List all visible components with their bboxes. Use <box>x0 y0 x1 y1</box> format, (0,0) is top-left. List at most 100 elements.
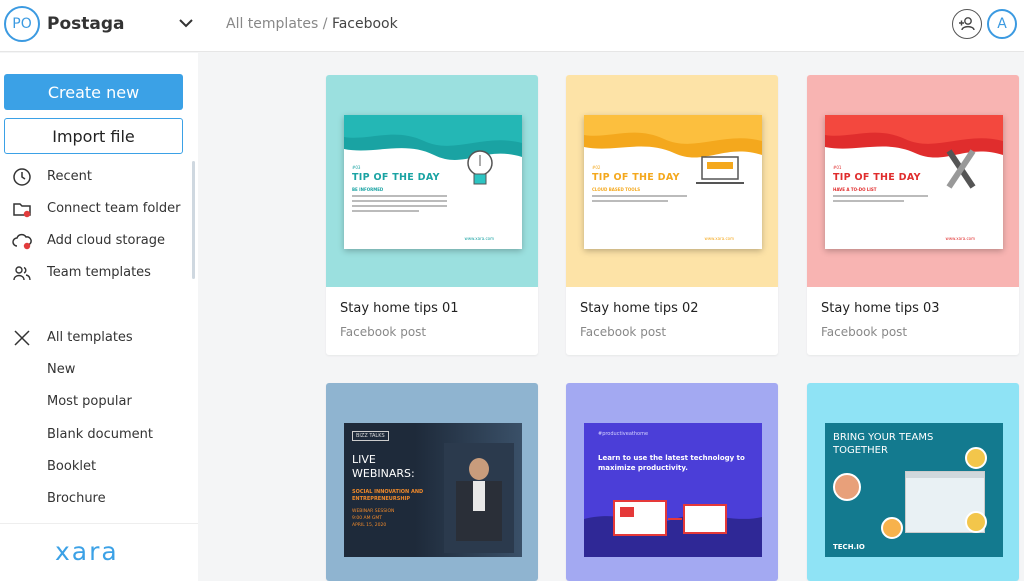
template-thumbnail: #productiveathome Learn to use the lates… <box>566 383 778 581</box>
template-thumbnail: #03 TIP OF THE DAY BE INFORMED www.xara.… <box>326 75 538 287</box>
create-new-button[interactable]: Create new <box>4 74 183 110</box>
template-card-productive-at-home[interactable]: #productiveathome Learn to use the lates… <box>566 383 778 581</box>
workspace-avatar[interactable]: PO <box>4 6 40 42</box>
breadcrumb-current: Facebook <box>331 16 398 32</box>
template-title: Stay home tips 02 <box>580 301 699 316</box>
sidebar-scrollbar[interactable] <box>192 161 195 279</box>
post-kicker: #03 <box>352 165 361 170</box>
post-url: www.xara.com <box>945 236 975 241</box>
category-most-popular[interactable]: Most popular <box>0 388 190 416</box>
lightbulb-icon <box>467 150 493 185</box>
team-post-preview: BRING YOUR TEAMS TOGETHER TECH.IO <box>825 423 1003 557</box>
avatar <box>881 517 903 539</box>
template-subtitle: Facebook post <box>821 325 908 339</box>
template-subtitle: Facebook post <box>340 325 427 339</box>
badge: BIZZ TALKS <box>352 431 389 441</box>
category-label: All templates <box>47 330 133 345</box>
template-title: Stay home tips 03 <box>821 301 940 316</box>
webinar-post-preview: BIZZ TALKS LIVE WEBINARS: SOCIAL INNOVAT… <box>344 423 522 557</box>
clock-icon <box>13 168 31 186</box>
category-label: New <box>47 362 76 377</box>
template-thumbnail: BIZZ TALKS LIVE WEBINARS: SOCIAL INNOVAT… <box>326 383 538 581</box>
post-url: www.xara.com <box>704 236 734 241</box>
template-thumbnail: #01 TIP OF THE DAY HAVE A TO-DO LIST www… <box>807 75 1019 287</box>
tip-post-preview: #01 TIP OF THE DAY HAVE A TO-DO LIST www… <box>825 115 1003 249</box>
template-title: Stay home tips 01 <box>340 301 459 316</box>
sidebar-item-label: Team templates <box>47 265 151 280</box>
template-subtitle: Facebook post <box>580 325 667 339</box>
sidebar-item-connect-team-folder[interactable]: Connect team folder <box>0 195 190 223</box>
category-booklet[interactable]: Booklet <box>0 453 190 481</box>
team-icon <box>13 266 31 281</box>
add-user-icon <box>959 17 975 31</box>
session: WEBINAR SESSION <box>352 509 395 514</box>
tip-post-preview: #02 TIP OF THE DAY CLOUD BASED TOOLS www… <box>584 115 762 249</box>
tip-post-preview: #03 TIP OF THE DAY BE INFORMED www.xara.… <box>344 115 522 249</box>
add-user-button[interactable] <box>952 9 982 39</box>
avatar <box>965 447 987 469</box>
category-all-templates[interactable]: All templates <box>0 324 190 352</box>
workspace-name[interactable]: Postaga <box>47 14 125 34</box>
category-label: Most popular <box>47 394 132 409</box>
template-card-stay-home-tips-02[interactable]: #02 TIP OF THE DAY CLOUD BASED TOOLS www… <box>566 75 778 355</box>
template-card-stay-home-tips-03[interactable]: #01 TIP OF THE DAY HAVE A TO-DO LIST www… <box>807 75 1019 355</box>
productivity-post-preview: #productiveathome Learn to use the lates… <box>584 423 762 557</box>
post-body-lines <box>352 195 447 215</box>
sidebar-item-recent[interactable]: Recent <box>0 163 190 191</box>
sidebar-item-label: Add cloud storage <box>47 233 166 248</box>
xara-logo: xara <box>55 537 119 566</box>
headline-line-1: LIVE <box>352 453 376 466</box>
sidebar-item-label: Recent <box>47 169 92 184</box>
folder-icon <box>13 203 31 218</box>
avatar <box>965 511 987 533</box>
post-kicker: #02 <box>592 165 601 170</box>
import-file-button[interactable]: Import file <box>4 118 183 154</box>
sidebar-item-team-templates[interactable]: Team templates <box>0 259 190 287</box>
category-brochure[interactable]: Brochure <box>0 485 190 513</box>
template-card-bring-teams-together[interactable]: BRING YOUR TEAMS TOGETHER TECH.IO <box>807 383 1019 581</box>
breadcrumb: All templates / Facebook <box>226 16 398 32</box>
date: APRIL 15, 2020 <box>352 523 387 528</box>
post-header: TIP OF THE DAY <box>592 172 680 183</box>
headline: Learn to use the latest technology to ma… <box>598 454 745 472</box>
post-header: TIP OF THE DAY <box>833 172 921 183</box>
laptop-icon <box>696 156 744 184</box>
post-kicker: #01 <box>833 165 842 170</box>
breadcrumb-parent[interactable]: All templates <box>226 16 318 32</box>
post-subheader: BE INFORMED <box>352 187 384 192</box>
chevron-down-icon[interactable] <box>176 13 196 33</box>
sidebar-item-add-cloud-storage[interactable]: Add cloud storage <box>0 227 190 255</box>
post-body-lines <box>592 195 687 205</box>
template-card-stay-home-tips-01[interactable]: #03 TIP OF THE DAY BE INFORMED www.xara.… <box>326 75 538 355</box>
brand: TECH.IO <box>833 543 865 551</box>
category-label: Blank document <box>47 427 153 442</box>
hashtag: #productiveathome <box>598 431 649 437</box>
top-bar: PO Postaga All templates / Facebook A <box>0 0 1024 52</box>
post-subheader: HAVE A TO-DO LIST <box>833 187 877 192</box>
template-thumbnail: BRING YOUR TEAMS TOGETHER TECH.IO <box>807 383 1019 581</box>
cloud-icon <box>12 233 32 250</box>
post-body-lines <box>833 195 928 205</box>
topic: SOCIAL INNOVATION AND ENTREPRENEURSHIP <box>352 489 424 502</box>
category-new[interactable]: New <box>0 356 190 384</box>
breadcrumb-separator: / <box>318 16 332 32</box>
headline-line-2: WEBINARS: <box>352 467 415 480</box>
template-card-live-webinars[interactable]: BIZZ TALKS LIVE WEBINARS: SOCIAL INNOVAT… <box>326 383 538 581</box>
sidebar-divider <box>0 523 198 524</box>
time: 9:00 AM GMT <box>352 516 383 521</box>
post-header: TIP OF THE DAY <box>352 172 440 183</box>
speaker-photo <box>444 443 514 553</box>
headline: BRING YOUR TEAMS TOGETHER <box>833 432 934 456</box>
avatar <box>833 473 861 501</box>
template-thumbnail: #02 TIP OF THE DAY CLOUD BASED TOOLS www… <box>566 75 778 287</box>
post-subheader: CLOUD BASED TOOLS <box>592 187 641 192</box>
category-label: Booklet <box>47 459 97 474</box>
sidebar-item-label: Connect team folder <box>47 201 181 216</box>
category-blank-document[interactable]: Blank document <box>0 421 190 449</box>
user-avatar[interactable]: A <box>987 9 1017 39</box>
category-label: Brochure <box>47 491 106 506</box>
sidebar: Create new Import file Recent Connect te… <box>0 53 198 581</box>
pencil-icon <box>946 149 976 189</box>
post-url: www.xara.com <box>464 236 494 241</box>
devices-illustration <box>584 500 762 557</box>
